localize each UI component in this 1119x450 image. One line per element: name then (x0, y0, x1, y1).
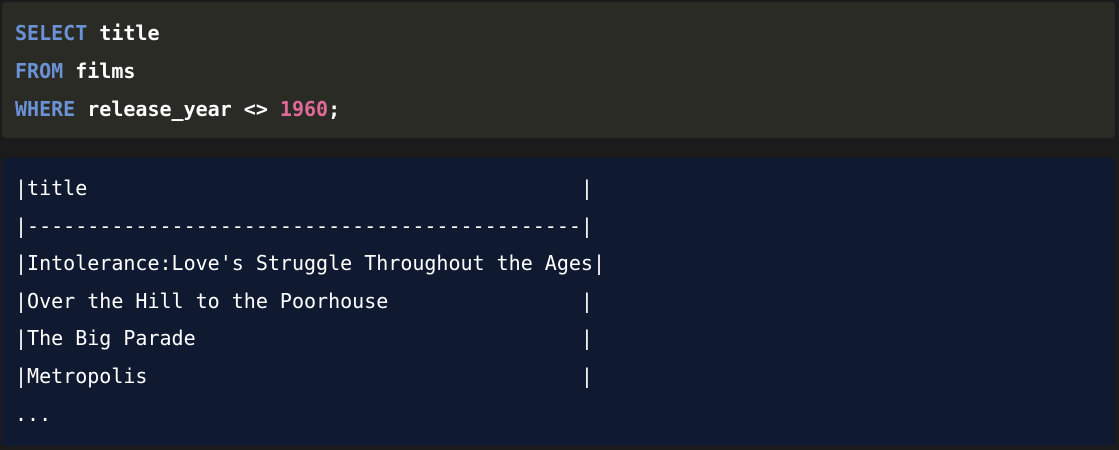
sql-code-editor[interactable]: SELECT title FROM films WHERE release_ye… (2, 2, 1115, 138)
code-text: release_year <> (75, 97, 280, 121)
sql-keyword: WHERE (15, 97, 76, 121)
code-line-where: WHERE release_year <> 1960; (15, 95, 1115, 133)
result-row: |Intolerance:Love's Struggle Throughout … (15, 251, 606, 276)
code-text: films (63, 59, 136, 83)
sql-keyword: FROM (15, 59, 64, 83)
result-row: |The Big Parade | (15, 326, 593, 351)
code-line-select: SELECT title (15, 19, 1115, 57)
code-text: title (87, 21, 160, 45)
sql-keyword: SELECT (15, 21, 88, 45)
result-header-row: |title | (15, 176, 593, 200)
sql-number-literal: 1960 (279, 97, 329, 121)
query-result-output: |title | |------------------------------… (2, 158, 1115, 446)
code-terminator: ; (328, 97, 341, 121)
result-row: |Over the Hill to the Poorhouse | (15, 288, 593, 313)
result-row: |Metropolis | (15, 363, 593, 388)
sql-exercise-view: SELECT title FROM films WHERE release_ye… (0, 0, 1119, 450)
result-ellipsis: ... (15, 401, 52, 426)
code-line-from: FROM films (15, 57, 1115, 95)
result-separator-row: |---------------------------------------… (15, 213, 593, 238)
